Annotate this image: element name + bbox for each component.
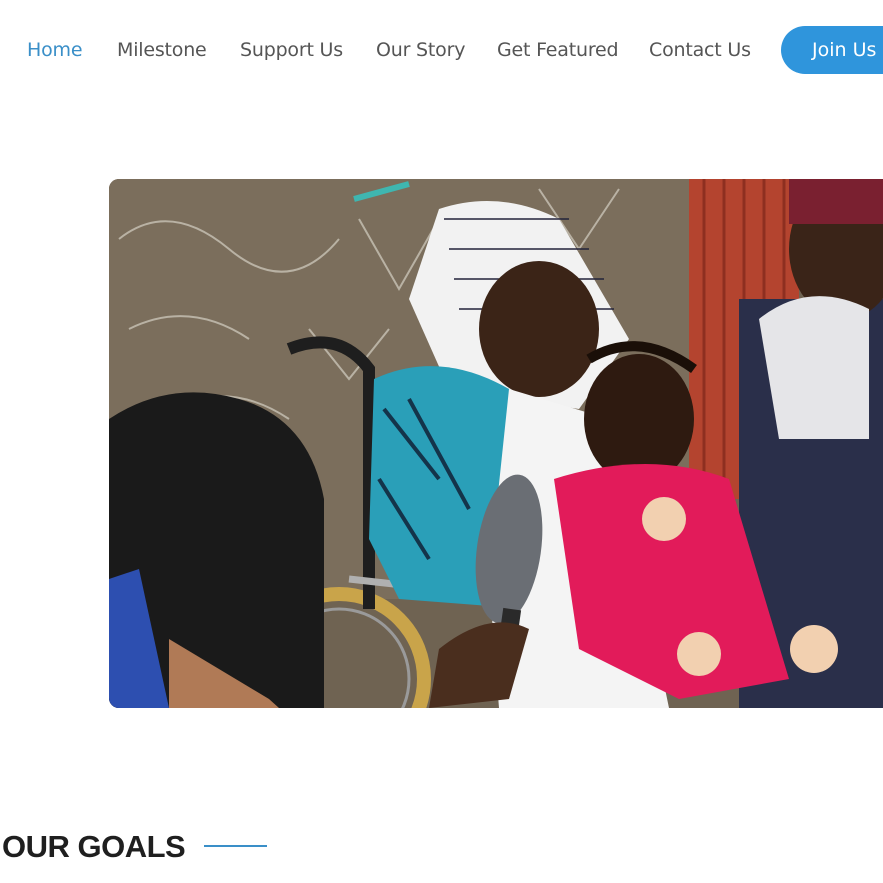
nav-support-us-link[interactable]: Support Us [240,26,343,74]
nav-our-story-link[interactable]: Our Story [376,26,465,74]
nav-milestone-link[interactable]: Milestone [117,26,207,74]
main-nav: Home Milestone Support Us Our Story Get … [0,26,883,74]
nav-get-featured-link[interactable]: Get Featured [497,26,619,74]
heading-accent-line [204,845,267,847]
hero-image [109,179,883,708]
our-goals-heading: OUR GOALS [2,829,186,864]
hero-photo-illustration [109,179,883,708]
nav-home-link[interactable]: Home [27,26,83,74]
nav-contact-us-link[interactable]: Contact Us [649,26,751,74]
join-us-button[interactable]: Join Us [781,26,883,74]
